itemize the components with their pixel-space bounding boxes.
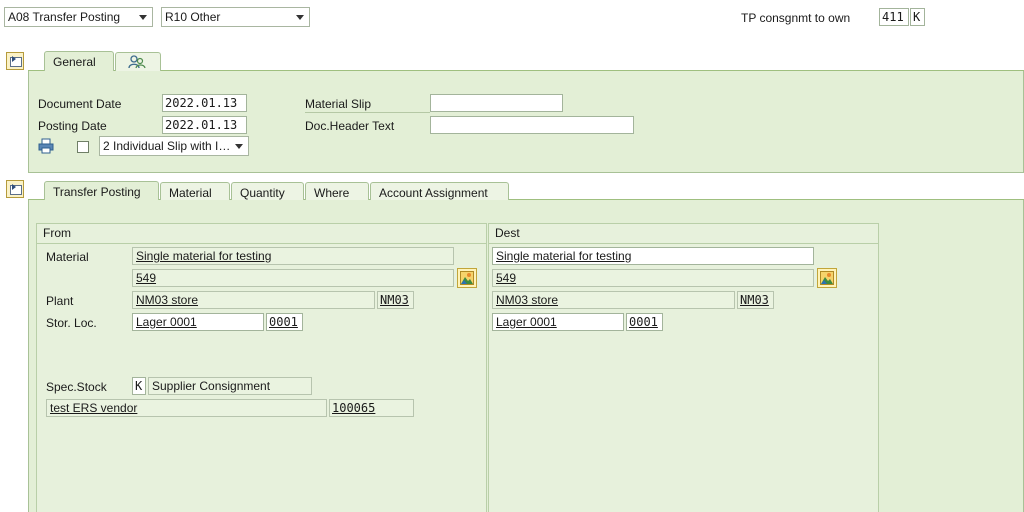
posting-date-label: Posting Date [38, 119, 107, 133]
print-checkbox[interactable] [77, 141, 89, 153]
from-material-no-field[interactable]: 549 [132, 269, 454, 287]
document-date-field[interactable]: 2022.01.13 [162, 94, 247, 112]
dest-sloc-desc-field[interactable]: Lager 0001 [492, 313, 624, 331]
from-sloc-code-field[interactable]: 0001 [266, 313, 303, 331]
from-sloc-desc-field[interactable]: Lager 0001 [132, 313, 264, 331]
vendor-desc-field[interactable]: test ERS vendor [46, 399, 327, 417]
from-group-title: From [37, 224, 486, 244]
spec-stock-code-field[interactable]: K [132, 377, 146, 395]
from-material-desc-field[interactable]: Single material for testing [132, 247, 454, 265]
general-panel: Document Date 2022.01.13 Posting Date 20… [28, 71, 1024, 173]
transfer-posting-panel: From Material Single material for testin… [28, 200, 1024, 512]
tab-general[interactable]: General [44, 51, 114, 71]
chevron-down-icon [235, 144, 243, 149]
tab-quantity[interactable]: Quantity [231, 182, 304, 201]
image-icon [820, 271, 834, 288]
action-select[interactable]: A08 Transfer Posting [4, 7, 153, 27]
dest-plant-desc-field[interactable]: NM03 store [492, 291, 735, 309]
chevron-down-icon [139, 15, 147, 20]
reference-select[interactable]: R10 Other [161, 7, 310, 27]
chevron-down-icon [296, 15, 304, 20]
spec-stock-desc-field: Supplier Consignment [148, 377, 312, 395]
from-plant-desc-field[interactable]: NM03 store [132, 291, 375, 309]
material-image-button[interactable] [457, 268, 477, 288]
material-slip-field[interactable] [430, 94, 563, 112]
tab-partner[interactable] [115, 52, 161, 71]
from-group: From Material Single material for testin… [36, 223, 487, 512]
from-plant-code-field[interactable]: NM03 [377, 291, 414, 309]
dest-sloc-code-field[interactable]: 0001 [626, 313, 663, 331]
printer-icon[interactable] [38, 138, 54, 157]
dest-material-image-button[interactable] [817, 268, 837, 288]
dest-material-no-field[interactable]: 549 [492, 269, 814, 287]
dest-material-desc-field[interactable]: Single material for testing [492, 247, 814, 265]
collapse-header-button[interactable] [6, 52, 24, 70]
document-date-label: Document Date [38, 97, 122, 111]
dest-plant-code-field[interactable]: NM03 [737, 291, 774, 309]
tab-where[interactable]: Where [305, 182, 369, 201]
collapse-item-button[interactable] [6, 180, 24, 198]
print-version-select[interactable]: 2 Individual Slip with I… [99, 136, 249, 156]
image-icon [460, 271, 474, 288]
vendor-code-field[interactable]: 100065 [329, 399, 414, 417]
doc-header-text-label: Doc.Header Text [305, 119, 395, 133]
dest-group: Dest Single material for testing 549 NM0… [488, 223, 879, 512]
doc-header-text-field[interactable] [430, 116, 634, 134]
from-sloc-label: Stor. Loc. [46, 316, 97, 330]
from-plant-label: Plant [46, 294, 74, 308]
tab-transfer-posting[interactable]: Transfer Posting [44, 181, 159, 201]
dest-group-title: Dest [489, 224, 878, 244]
movement-type-label: TP consgnmt to own [741, 11, 851, 25]
movement-type-field[interactable]: 411 [879, 8, 909, 26]
from-material-label: Material [46, 250, 89, 264]
label-underline [305, 112, 430, 113]
special-stock-indicator-field[interactable]: K [910, 8, 925, 26]
tab-material[interactable]: Material [160, 182, 230, 201]
material-slip-label: Material Slip [305, 97, 372, 111]
tab-account-assignment[interactable]: Account Assignment [370, 182, 509, 201]
posting-date-field[interactable]: 2022.01.13 [162, 116, 247, 134]
person-icon [128, 55, 146, 72]
spec-stock-label: Spec.Stock [46, 380, 107, 394]
